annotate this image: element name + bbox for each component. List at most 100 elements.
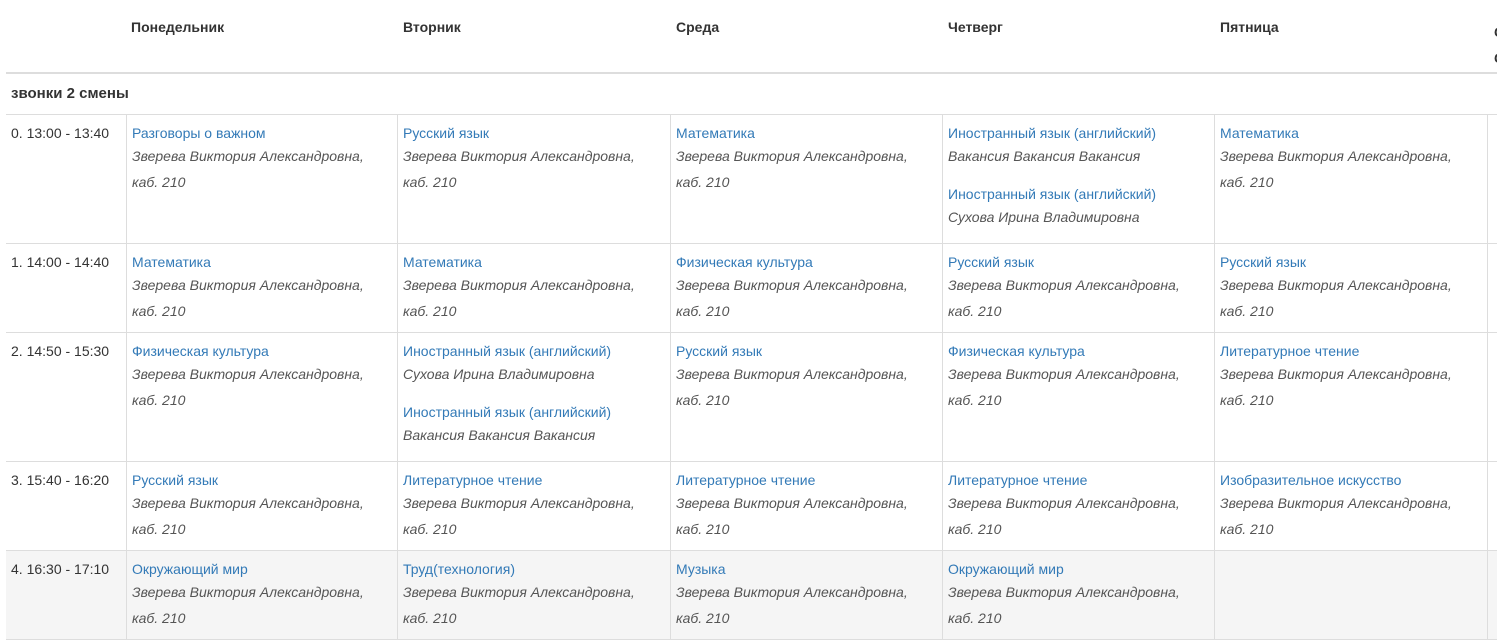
subject-link[interactable]: Математика (403, 252, 665, 272)
teacher-name: Зверева Виктория Александровна, (132, 277, 364, 293)
lesson-cell: Разговоры о важном Зверева Виктория Алекс… (126, 115, 397, 243)
lesson-cell: Изобразительное искусство Зверева Виктори… (1214, 462, 1487, 550)
header-day-thu: Четверг (948, 19, 1003, 35)
subject-link[interactable]: Математика (132, 252, 392, 272)
teacher-name: Зверева Виктория Александровна, (403, 495, 635, 511)
teacher-name: Вакансия Вакансия Вакансия (948, 148, 1141, 164)
lesson-cell: Музыка Зверева Виктория Александровна, каб… (670, 551, 942, 639)
lesson-entry: Литературное чтение Зверева Виктория Алек… (403, 470, 665, 542)
room-number: каб. 210 (132, 174, 186, 190)
subject-link[interactable]: Литературное чтение (948, 470, 1209, 490)
subject-link[interactable]: Русский язык (1220, 252, 1482, 272)
header-day-fri: Пятница (1220, 19, 1279, 35)
subject-link[interactable]: Физическая культура (676, 252, 937, 272)
subject-link[interactable]: Иностранный язык (английский) (948, 184, 1209, 204)
lesson-cell: Иностранный язык (английский) Вакансия Ва… (942, 115, 1214, 243)
subject-link[interactable]: Русский язык (403, 123, 665, 143)
lesson-entry: Иностранный язык (английский) Вакансия Ва… (403, 402, 665, 448)
lesson-cell (1214, 551, 1487, 639)
teacher-name: Зверева Виктория Александровна, (132, 495, 364, 511)
lesson-entry: Математика Зверева Виктория Александровна… (676, 123, 937, 195)
lesson-time: 4. 16:30 - 17:10 (11, 561, 110, 577)
lesson-cell: Математика Зверева Виктория Александровна… (397, 244, 670, 332)
subject-link[interactable]: Русский язык (132, 470, 392, 490)
subject-link[interactable]: Литературное чтение (1220, 341, 1482, 361)
teacher-name: Зверева Виктория Александровна, (132, 148, 364, 164)
schedule-table: Понедельник Вторник Среда Четверг Пятниц… (6, 0, 1497, 640)
header-day-mon: Понедельник (131, 19, 225, 35)
lesson-entry: Окружающий мир Зверева Виктория Александр… (132, 559, 392, 631)
lesson-entry: Математика Зверева Виктория Александровна… (403, 252, 665, 324)
room-number: каб. 210 (676, 610, 730, 626)
lesson-time: 3. 15:40 - 16:20 (11, 472, 110, 488)
lesson-cell: Математика Зверева Виктория Александровна… (1214, 115, 1487, 243)
lesson-cell: Литературное чтение Зверева Виктория Алек… (397, 462, 670, 550)
room-number: каб. 210 (948, 610, 1002, 626)
lesson-cell: Русский язык Зверева Виктория Александров… (942, 244, 1214, 332)
subject-link[interactable]: Иностранный язык (английский) (403, 402, 665, 422)
header-day-tue: Вторник (403, 19, 461, 35)
lesson-cell: Физическая культура Зверева Виктория Алек… (942, 333, 1214, 461)
lesson-entry: Математика Зверева Виктория Александровна… (1220, 123, 1482, 195)
subject-link[interactable]: Иностранный язык (английский) (403, 341, 665, 361)
lesson-entry: Разговоры о важном Зверева Виктория Алекс… (132, 123, 392, 195)
room-number: каб. 210 (948, 521, 1002, 537)
lesson-entry: Иностранный язык (английский) Вакансия Ва… (948, 123, 1209, 169)
lesson-cell-cut-off (1487, 462, 1497, 550)
room-number: каб. 210 (676, 303, 730, 319)
lesson-cell: Математика Зверева Виктория Александровна… (126, 244, 397, 332)
lesson-cell: Русский язык Зверева Виктория Александров… (397, 115, 670, 243)
subject-link[interactable]: Изобразительное искусство (1220, 470, 1482, 490)
teacher-name: Зверева Виктория Александровна, (948, 366, 1180, 382)
lesson-rows: 0. 13:00 - 13:40 Разговоры о важном Зверев… (6, 115, 1497, 640)
teacher-name: Зверева Виктория Александровна, (948, 277, 1180, 293)
lesson-entry: Русский язык Зверева Виктория Александров… (948, 252, 1209, 324)
teacher-name: Зверева Виктория Александровна, (132, 584, 364, 600)
subject-link[interactable]: Труд(технология) (403, 559, 665, 579)
room-number: каб. 210 (1220, 521, 1274, 537)
lesson-entry: Окружающий мир Зверева Виктория Александр… (948, 559, 1209, 631)
lesson-cell-cut-off (1487, 551, 1497, 639)
lesson-cell-cut-off (1487, 115, 1497, 243)
lesson-row: 4. 16:30 - 17:10 Окружающий мир Зверева Ви… (6, 551, 1497, 640)
subject-link[interactable]: Музыка (676, 559, 937, 579)
lesson-entry: Музыка Зверева Виктория Александровна, каб… (676, 559, 937, 631)
teacher-name: Зверева Виктория Александровна, (676, 584, 908, 600)
subject-link[interactable]: Разговоры о важном (132, 123, 392, 143)
teacher-name: Зверева Виктория Александровна, (1220, 366, 1452, 382)
teacher-name: Зверева Виктория Александровна, (403, 584, 635, 600)
subject-link[interactable]: Иностранный язык (английский) (948, 123, 1209, 143)
subject-link[interactable]: Физическая культура (132, 341, 392, 361)
lesson-cell: Русский язык Зверева Виктория Александров… (1214, 244, 1487, 332)
subject-link[interactable]: Физическая культура (948, 341, 1209, 361)
lesson-row: 2. 14:50 - 15:30 Физическая культура Звере… (6, 333, 1497, 462)
teacher-name: Зверева Виктория Александровна, (676, 366, 908, 382)
subject-link[interactable]: Литературное чтение (676, 470, 937, 490)
lesson-row: 0. 13:00 - 13:40 Разговоры о важном Зверев… (6, 115, 1497, 244)
subject-link[interactable]: Математика (676, 123, 937, 143)
subject-link[interactable]: Математика (1220, 123, 1482, 143)
lesson-entry: Физическая культура Зверева Виктория Алек… (132, 341, 392, 413)
lesson-row: 1. 14:00 - 14:40 Математика Зверева Виктор… (6, 244, 1497, 333)
subject-link[interactable]: Окружающий мир (948, 559, 1209, 579)
lesson-entry: Литературное чтение Зверева Виктория Алек… (676, 470, 937, 542)
subject-link[interactable]: Русский язык (948, 252, 1209, 272)
room-number: каб. 210 (403, 174, 457, 190)
room-number: каб. 210 (132, 521, 186, 537)
teacher-name: Зверева Виктория Александровна, (948, 495, 1180, 511)
lesson-entry: Русский язык Зверева Виктория Александров… (403, 123, 665, 195)
subject-link[interactable]: Литературное чтение (403, 470, 665, 490)
room-number: каб. 210 (1220, 174, 1274, 190)
subject-link[interactable]: Русский язык (676, 341, 937, 361)
shift-title: звонки 2 смены (6, 74, 1497, 115)
teacher-name: Зверева Виктория Александровна, (676, 148, 908, 164)
lesson-row: 3. 15:40 - 16:20 Русский язык Зверева Викт… (6, 462, 1497, 551)
lesson-entry: Изобразительное искусство Зверева Виктори… (1220, 470, 1482, 542)
lesson-entry: Труд(технология) Зверева Виктория Алексан… (403, 559, 665, 631)
lesson-entry: Физическая культура Зверева Виктория Алек… (948, 341, 1209, 413)
lesson-entry: Литературное чтение Зверева Виктория Алек… (1220, 341, 1482, 413)
lesson-time: 0. 13:00 - 13:40 (11, 125, 110, 141)
room-number: каб. 210 (132, 392, 186, 408)
subject-link[interactable]: Окружающий мир (132, 559, 392, 579)
room-number: каб. 210 (132, 610, 186, 626)
